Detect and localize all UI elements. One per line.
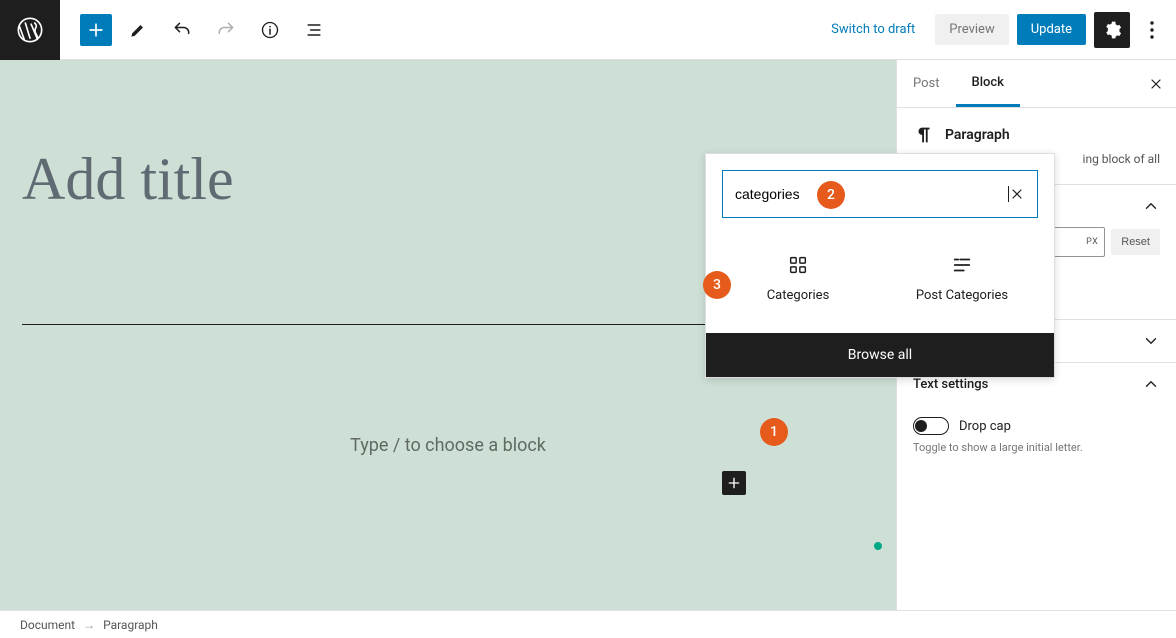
browse-all-button[interactable]: Browse all: [706, 333, 1054, 377]
undo-icon[interactable]: [164, 12, 200, 48]
clear-search-icon[interactable]: [1009, 186, 1025, 202]
close-panel-icon[interactable]: [1148, 76, 1164, 92]
annotation-marker-2: 2: [817, 181, 845, 209]
preview-button[interactable]: Preview: [935, 14, 1008, 45]
chevron-down-icon: [1142, 332, 1160, 350]
paragraph-icon: [913, 124, 935, 146]
drop-cap-row: Drop cap: [897, 405, 1176, 441]
block-result-categories[interactable]: Categories: [716, 254, 880, 303]
sidebar-tabs: Post Block: [897, 60, 1176, 108]
toolbar-right-group: Switch to draft Preview Update: [819, 12, 1176, 48]
drop-cap-toggle[interactable]: [913, 417, 949, 435]
breadcrumb-root[interactable]: Document: [20, 618, 75, 632]
reset-button[interactable]: Reset: [1111, 229, 1160, 255]
tab-post[interactable]: Post: [897, 62, 956, 105]
breadcrumb-current[interactable]: Paragraph: [103, 618, 158, 632]
toolbar-left-group: [60, 12, 332, 48]
chevron-up-icon: [1142, 375, 1160, 393]
outline-icon[interactable]: [296, 12, 332, 48]
arrow-icon: →: [83, 618, 95, 632]
more-options-icon[interactable]: [1138, 12, 1166, 48]
block-inserter-popup: Categories Post Categories Browse all: [705, 153, 1055, 378]
block-title: Paragraph: [945, 127, 1010, 143]
block-result-label: Categories: [767, 288, 830, 303]
update-button[interactable]: Update: [1017, 14, 1086, 45]
annotation-marker-3: 3: [703, 271, 731, 299]
settings-button[interactable]: [1094, 12, 1130, 48]
inline-add-block-button[interactable]: [722, 471, 746, 495]
add-block-button[interactable]: [80, 14, 112, 46]
panel-text-settings-label: Text settings: [913, 377, 988, 392]
chevron-up-icon: [1142, 197, 1160, 215]
redo-icon[interactable]: [208, 12, 244, 48]
breadcrumb-footer: Document → Paragraph: [0, 610, 1176, 638]
categories-icon: [787, 254, 809, 276]
search-input-wrap: [722, 170, 1038, 218]
switch-to-draft-link[interactable]: Switch to draft: [819, 14, 927, 45]
drop-cap-hint: Toggle to show a large initial letter.: [897, 441, 1176, 470]
block-result-post-categories[interactable]: Post Categories: [880, 254, 1044, 303]
info-icon[interactable]: [252, 12, 288, 48]
search-results: Categories Post Categories: [706, 234, 1054, 333]
drop-cap-label: Drop cap: [959, 419, 1011, 434]
post-categories-icon: [951, 254, 973, 276]
block-heading: Paragraph: [897, 108, 1176, 150]
panel-text-settings: Text settings Drop cap Toggle to show a …: [897, 363, 1176, 470]
top-toolbar: Switch to draft Preview Update: [0, 0, 1176, 60]
annotation-marker-1: 1: [760, 418, 788, 446]
block-result-label: Post Categories: [916, 288, 1008, 303]
connection-status-indicator: [874, 542, 882, 550]
edit-icon[interactable]: [120, 12, 156, 48]
tab-block[interactable]: Block: [956, 61, 1020, 107]
wordpress-logo[interactable]: [0, 0, 60, 60]
block-search-input[interactable]: [735, 186, 1008, 202]
